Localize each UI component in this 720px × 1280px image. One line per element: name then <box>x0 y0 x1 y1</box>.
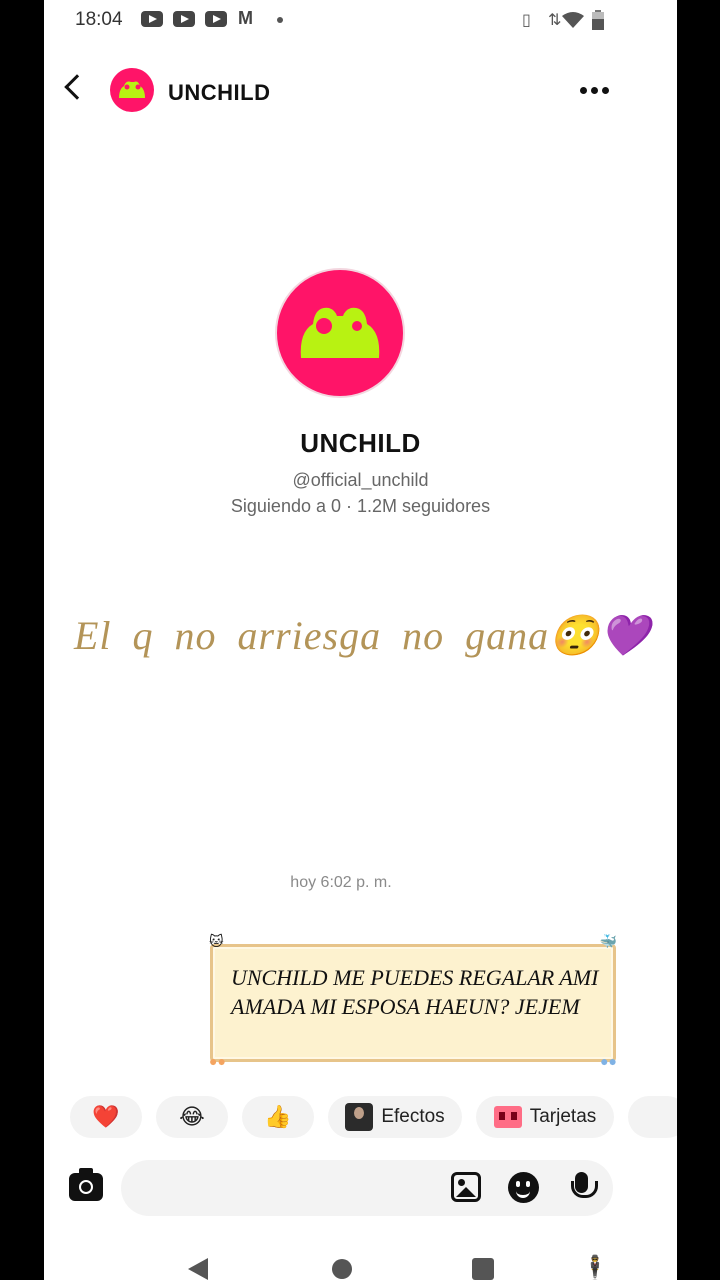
effects-label: Efectos <box>381 1106 445 1127</box>
profile-avatar[interactable] <box>275 268 405 398</box>
data-arrows-icon: ⇅ <box>548 12 562 29</box>
thumbs-up-icon: 👍 <box>264 1104 292 1129</box>
battery-icon <box>592 10 604 30</box>
profile-name: UNCHILD <box>300 428 421 458</box>
emoji-icon[interactable] <box>508 1172 539 1203</box>
nav-home-icon[interactable] <box>332 1259 352 1279</box>
more-chip[interactable] <box>628 1096 677 1138</box>
gift-card-icon <box>493 1106 522 1128</box>
android-nav-bar: 🕴 <box>44 1240 677 1280</box>
cards-button[interactable]: Tarjetas <box>476 1096 614 1138</box>
paw-prints-icon: ●● <box>209 1053 226 1069</box>
effects-thumbnail-icon <box>345 1103 374 1131</box>
accessibility-icon[interactable]: 🕴 <box>580 1254 610 1280</box>
message-bubble[interactable]: 🐱 🐳 ●● ●● UNCHILD ME PUEDES REGALAR AMI … <box>209 933 617 1069</box>
heart-reaction-button[interactable]: ❤️ <box>70 1096 142 1138</box>
youtube-icon <box>173 11 195 27</box>
gmail-icon: M <box>238 8 253 28</box>
wifi-icon <box>562 12 584 28</box>
youtube-icon <box>141 11 163 27</box>
frog-logo-icon <box>300 307 380 358</box>
back-arrow-icon[interactable] <box>64 74 90 100</box>
message-composer <box>44 1156 677 1220</box>
vibrate-icon: ▯ <box>522 12 531 29</box>
status-time: 18:04 <box>75 9 123 30</box>
nav-recents-icon[interactable] <box>472 1258 494 1280</box>
header-title: UNCHILD <box>168 80 271 105</box>
header-avatar[interactable] <box>110 68 154 112</box>
message-text: UNCHILD ME PUEDES REGALAR AMI AMADA MI E… <box>231 965 599 1019</box>
profile-stats: Siguiendo a 0 · 1.2M seguidores <box>230 496 491 516</box>
effects-button[interactable]: Efectos <box>328 1096 462 1138</box>
microphone-icon[interactable] <box>568 1172 598 1204</box>
status-bar: 18:04 M ▯ ⇅ <box>44 0 677 40</box>
laugh-reaction-button[interactable]: 😂 <box>156 1096 228 1138</box>
thumbs-up-reaction-button[interactable]: 👍 <box>242 1096 314 1138</box>
laughing-face-icon: 😂 <box>179 1104 205 1129</box>
frog-logo-icon <box>119 81 145 98</box>
quick-reply-bar: ❤️ 😂 👍 Efectos Tarjetas <box>44 1094 677 1140</box>
corner-whale-icon: 🐳 <box>599 933 617 949</box>
phone-screen: 18:04 M ▯ ⇅ UNCHILD UNCHILD @official_un… <box>44 0 677 1280</box>
more-notifications-icon <box>277 17 283 23</box>
camera-icon[interactable] <box>69 1168 103 1201</box>
overlay-caption: El q no arriesga no gana😳💜 <box>74 613 651 658</box>
paw-prints-icon: ●● <box>600 1053 617 1069</box>
message-input[interactable] <box>121 1160 613 1216</box>
gallery-icon[interactable] <box>451 1172 481 1202</box>
more-options-icon[interactable] <box>580 84 612 96</box>
cards-label: Tarjetas <box>529 1106 597 1127</box>
message-timestamp: hoy 6:02 p. m. <box>290 874 392 891</box>
corner-cat-icon: 🐱 <box>209 933 224 949</box>
heart-icon: ❤️ <box>92 1104 120 1129</box>
youtube-icon <box>205 11 227 27</box>
chat-header: UNCHILD <box>44 62 677 122</box>
nav-back-icon[interactable] <box>188 1258 208 1280</box>
profile-handle: @official_unchild <box>292 470 429 490</box>
